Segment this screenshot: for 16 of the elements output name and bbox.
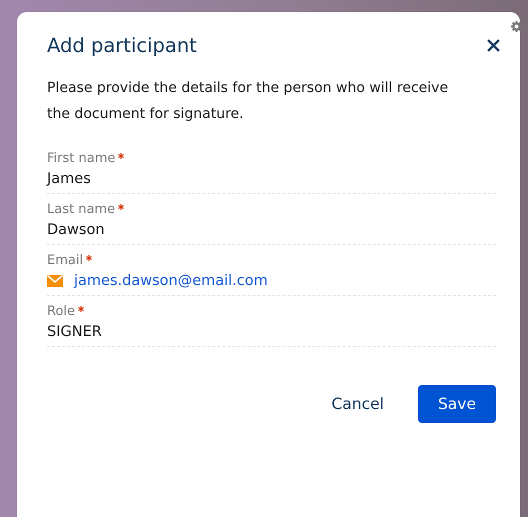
field-value: SIGNER: [47, 324, 102, 340]
field-label: First name: [47, 151, 116, 166]
dialog-title: Add participant: [47, 34, 197, 57]
close-icon: [487, 39, 500, 52]
settings-icon[interactable]: [511, 21, 522, 32]
field-label: Email: [47, 253, 84, 268]
field-value: Dawson: [47, 222, 105, 238]
envelope-icon: [47, 275, 63, 287]
field-label: Role: [47, 304, 76, 319]
email-value[interactable]: james.dawson@email.com: [74, 273, 268, 289]
save-button[interactable]: Save: [418, 385, 496, 423]
cancel-button[interactable]: Cancel: [319, 385, 396, 423]
field-value: James: [47, 171, 91, 187]
field-label: Last name: [47, 202, 116, 217]
dialog-description: Please provide the details for the person who will receive the document for signature.: [47, 79, 450, 124]
close-button[interactable]: [485, 37, 502, 54]
